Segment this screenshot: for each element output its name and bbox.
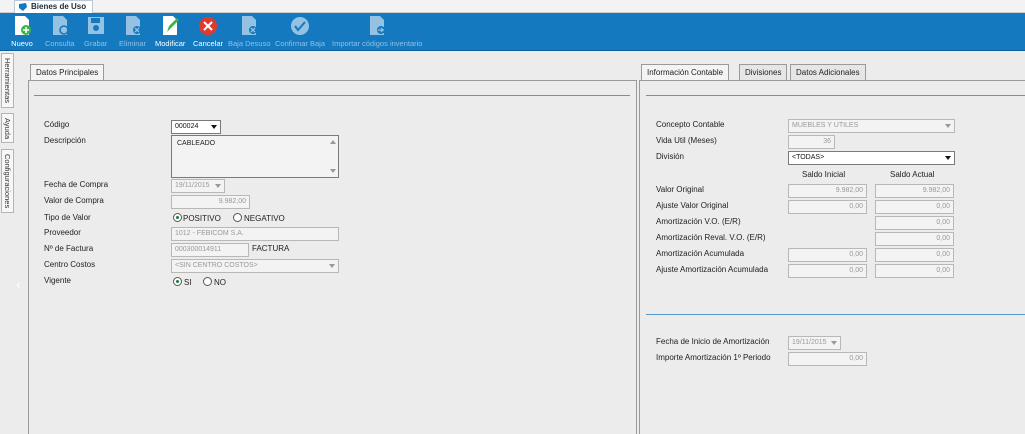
cancel-icon (199, 17, 217, 35)
negativo-label: NEGATIVO (244, 214, 285, 223)
scroll-down-icon[interactable] (330, 169, 336, 173)
vigente-si-radio[interactable] (173, 277, 182, 286)
factura-type-label: FACTURA (252, 244, 290, 253)
amort-acum-actual[interactable]: 0,00 (875, 248, 954, 262)
app-icon (19, 3, 27, 11)
importe-amort-field[interactable]: 0,00 (788, 352, 867, 366)
confirmar-baja-button[interactable]: Confirmar Baja (275, 15, 325, 48)
side-tab-configuraciones[interactable]: Configuraciones (1, 149, 14, 213)
fecha-compra-label: Fecha de Compra (44, 180, 109, 189)
chevron-down-icon (945, 156, 951, 160)
new-document-icon (15, 16, 31, 35)
valor-original-inicial[interactable]: 9.982,00 (788, 184, 867, 198)
division-label: División (656, 152, 685, 161)
concepto-label: Concepto Contable (656, 120, 725, 129)
datos-principales-panel (28, 80, 637, 434)
window-tabstrip: Bienes de Uso (0, 0, 1025, 13)
nuevo-button[interactable]: Nuevo (11, 15, 33, 48)
window-tab-bienes-de-uso[interactable]: Bienes de Uso (14, 0, 94, 13)
window-tab-title: Bienes de Uso (31, 2, 87, 11)
amort-vo-label: Amortización V.O. (E/R) (656, 217, 741, 226)
positivo-radio[interactable] (173, 213, 182, 222)
saldo-inicial-header: Saldo Inicial (802, 170, 846, 179)
factura-label: Nº de Factura (44, 244, 94, 253)
vigente-no-radio[interactable] (203, 277, 212, 286)
side-tabs: Herramientas Ayuda Configuraciones (0, 51, 16, 434)
amort-vo-actual[interactable]: 0,00 (875, 216, 954, 230)
scroll-up-icon[interactable] (330, 140, 336, 144)
grabar-button[interactable]: Grabar (84, 15, 107, 48)
modificar-button[interactable]: Modificar (155, 15, 185, 48)
chevron-down-icon (831, 341, 837, 345)
tab-datos-adicionales[interactable]: Datos Adicionales (790, 64, 866, 80)
factura-field[interactable]: 000300014911 (171, 243, 249, 257)
fecha-inicio-label: Fecha de Inicio de Amortización (656, 337, 770, 346)
save-icon (87, 17, 104, 34)
ajuste-valor-inicial[interactable]: 0,00 (788, 200, 867, 214)
divider (646, 95, 1025, 96)
divider (646, 314, 1025, 315)
importe-amort-label: Importe Amortización 1º Periodo (656, 353, 771, 362)
vida-util-field[interactable]: 36 (788, 135, 835, 149)
ajuste-amort-inicial[interactable]: 0,00 (788, 264, 867, 278)
divider (34, 95, 630, 96)
negativo-radio[interactable] (233, 213, 242, 222)
centro-costos-select[interactable]: <SIN CENTRO COSTOS> (171, 259, 339, 273)
check-icon (291, 17, 310, 35)
valor-original-label: Valor Original (656, 185, 704, 194)
eliminar-button[interactable]: Eliminar (119, 15, 146, 48)
amort-acum-inicial[interactable]: 0,00 (788, 248, 867, 262)
amort-reval-actual[interactable]: 0,00 (875, 232, 954, 246)
amort-acum-label: Amortización Acumulada (656, 249, 745, 258)
chevron-down-icon (215, 184, 221, 188)
tipo-valor-label: Tipo de Valor (44, 213, 91, 222)
valor-compra-field[interactable]: 9.982,00 (171, 195, 250, 209)
delete-document-icon (125, 16, 141, 35)
vigente-label: Vigente (44, 276, 71, 285)
tab-informacion-contable[interactable]: Información Contable (641, 64, 730, 81)
proveedor-label: Proveedor (44, 228, 81, 237)
positivo-label: POSITIVO (183, 214, 221, 223)
vigente-si-label: SI (184, 278, 192, 287)
ajuste-valor-label: Ajuste Valor Original (656, 201, 729, 210)
valor-compra-label: Valor de Compra (44, 196, 104, 205)
fecha-compra-field[interactable]: 19/11/2015 (171, 179, 225, 193)
cancelar-button[interactable]: Cancelar (193, 15, 223, 48)
edit-document-icon (163, 16, 180, 35)
import-document-icon (370, 16, 386, 35)
amort-reval-label: Amortización Reval. V.O. (E/R) (656, 233, 766, 242)
ajuste-amort-label: Ajuste Amortización Acumulada (656, 265, 769, 274)
proveedor-field[interactable]: 1012 - FEBICOM S.A. (171, 227, 339, 241)
concepto-select[interactable]: MUEBLES Y UTILES (788, 119, 955, 133)
saldo-actual-header: Saldo Actual (890, 170, 935, 179)
tab-datos-principales[interactable]: Datos Principales (30, 64, 105, 81)
consulta-button[interactable]: Consulta (45, 15, 75, 48)
side-tab-ayuda[interactable]: Ayuda (1, 113, 14, 143)
ajuste-amort-actual[interactable]: 0,00 (875, 264, 954, 278)
main-toolbar: Nuevo Consulta Grabar Eliminar Modificar… (0, 13, 1025, 51)
fecha-inicio-field[interactable]: 19/11/2015 (788, 336, 841, 350)
chevron-down-icon (329, 264, 335, 268)
descripcion-textarea[interactable]: CABLEADO (171, 135, 339, 178)
codigo-label: Código (44, 120, 70, 129)
tab-divisiones[interactable]: Divisiones (739, 64, 788, 80)
chevron-down-icon (945, 124, 951, 128)
chevron-down-icon (211, 125, 217, 129)
centro-costos-label: Centro Costos (44, 260, 96, 269)
ajuste-valor-actual[interactable]: 0,00 (875, 200, 954, 214)
vida-util-label: Vida Util (Meses) (656, 136, 717, 145)
retire-document-icon (242, 16, 258, 35)
side-tab-herramientas[interactable]: Herramientas (1, 53, 14, 108)
codigo-select[interactable]: 000024 (171, 120, 221, 134)
vigente-no-label: NO (214, 278, 226, 287)
valor-original-actual[interactable]: 9.982,00 (875, 184, 954, 198)
importar-codigos-button[interactable]: Importar códigos inventario (332, 15, 422, 48)
query-document-icon (52, 16, 69, 35)
baja-desuso-button[interactable]: Baja Desuso (228, 15, 271, 48)
descripcion-label: Descripción (44, 136, 86, 145)
chevron-left-icon[interactable]: ‹ (16, 276, 21, 292)
division-select[interactable]: <TODAS> (788, 151, 955, 165)
